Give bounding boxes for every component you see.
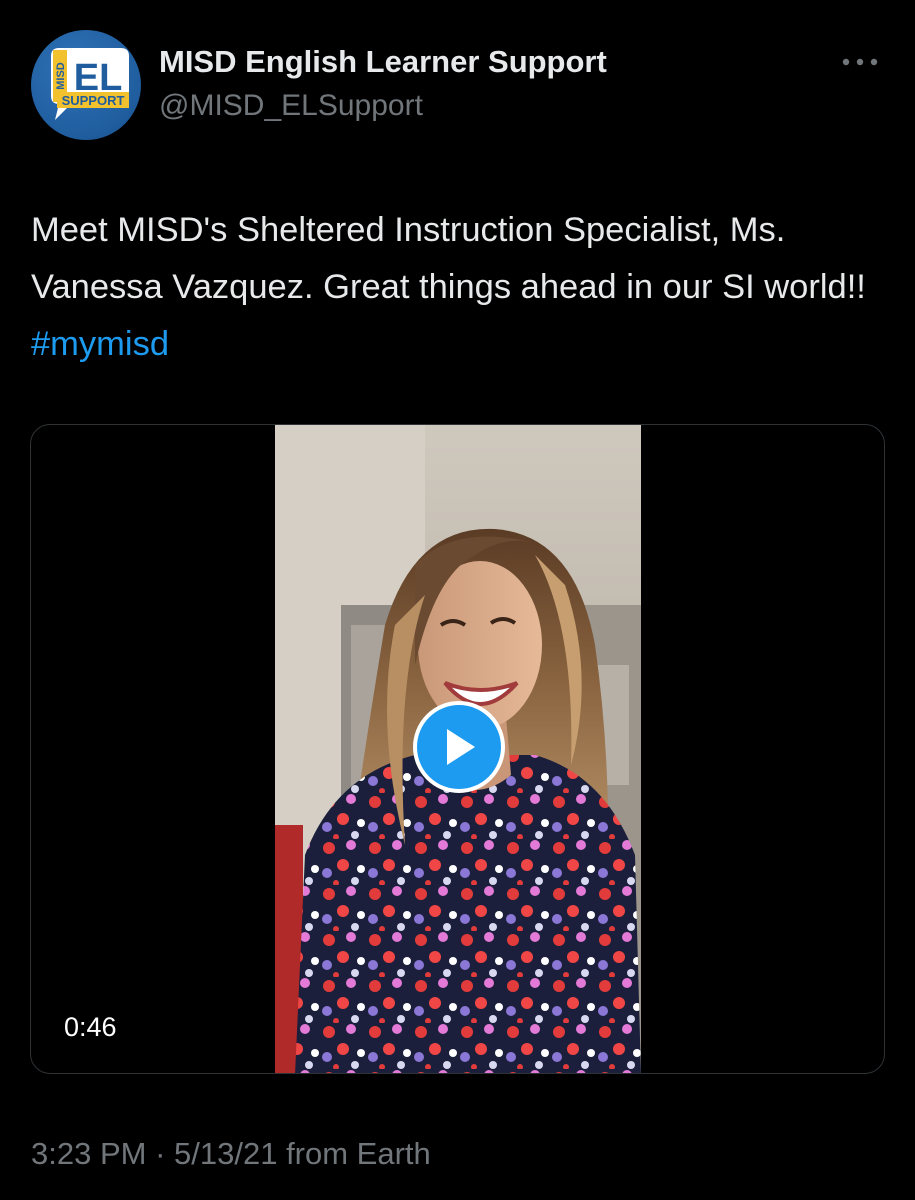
play-icon (447, 729, 475, 765)
author-handle[interactable]: @MISD_ELSupport (159, 89, 423, 123)
tweet-source: from Earth (277, 1136, 431, 1171)
tweet-meta: 3:23 PM · 5/13/21 from Earth (31, 1136, 431, 1172)
tweet: MISD EL SUPPORT MISD English Learner Sup… (0, 0, 915, 1200)
avatar-side-text: MISD (55, 62, 67, 90)
tweet-body: Meet MISD's Sheltered Instruction Specia… (31, 211, 866, 306)
play-button[interactable] (413, 701, 505, 793)
video-player[interactable]: 0:46 (30, 424, 885, 1074)
more-options-button[interactable] (838, 50, 882, 74)
hashtag-link[interactable]: #mymisd (31, 325, 169, 363)
meta-separator: · (146, 1136, 175, 1171)
tweet-time[interactable]: 3:23 PM (31, 1136, 146, 1171)
more-horizontal-icon (842, 58, 878, 66)
el-support-logo: MISD EL SUPPORT (51, 48, 129, 120)
author-display-name[interactable]: MISD English Learner Support (159, 44, 607, 80)
avatar-banner-text: SUPPORT (62, 93, 125, 108)
video-duration: 0:46 (64, 1012, 117, 1042)
author-avatar[interactable]: MISD EL SUPPORT (31, 30, 141, 140)
tweet-date[interactable]: 5/13/21 (174, 1136, 277, 1171)
tweet-text: Meet MISD's Sheltered Instruction Specia… (31, 202, 891, 373)
